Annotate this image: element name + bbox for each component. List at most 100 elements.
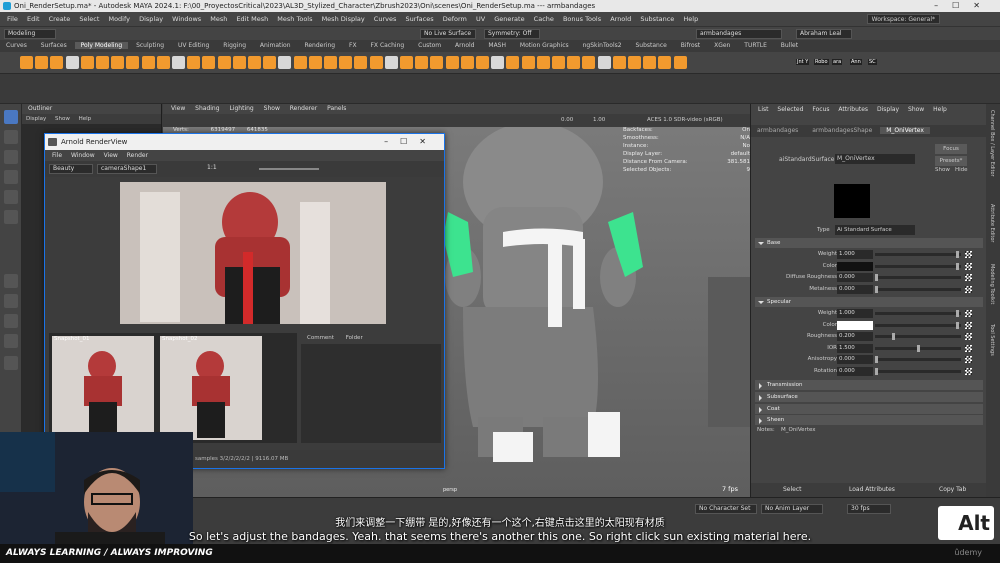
user-account[interactable]: Abraham Leal	[796, 29, 852, 39]
shelf-tool-icon[interactable]	[673, 56, 687, 69]
shelf-tool-icon[interactable]	[156, 56, 170, 69]
attr-slider[interactable]	[875, 356, 961, 363]
attr-slider-knob[interactable]	[956, 310, 960, 317]
menu-item[interactable]: Curves	[374, 15, 397, 23]
renderview-menu-item[interactable]: View	[104, 152, 118, 159]
menu-item[interactable]: Cache	[534, 15, 554, 23]
menu-item[interactable]: Windows	[172, 15, 201, 23]
shelf-tool-icon[interactable]	[20, 56, 33, 69]
section-specular[interactable]: Specular	[755, 297, 983, 307]
attr-slider[interactable]	[875, 251, 961, 258]
attr-value-field[interactable]: 1.000	[837, 309, 873, 318]
edge-tab-modeling-toolkit[interactable]: Modeling Toolkit	[989, 264, 995, 304]
outliner-menu-item[interactable]: Show	[55, 116, 70, 122]
shelf-tool-icon[interactable]	[111, 56, 125, 69]
notes-value[interactable]: M_OniVertex	[781, 427, 816, 433]
gamma-field[interactable]: 1.00	[593, 114, 605, 127]
snapshot-thumbnail[interactable]: Snapshot_01	[52, 336, 154, 440]
viewport-menu-item[interactable]: Show	[264, 105, 280, 112]
shelf-tab[interactable]: Animation	[254, 42, 297, 49]
menu-item[interactable]: Create	[49, 15, 71, 23]
type-dropdown[interactable]: Ai Standard Surface	[835, 225, 915, 235]
ae-menu-item[interactable]: Help	[933, 106, 947, 113]
attr-slider-knob[interactable]	[956, 251, 960, 258]
shelf-tool-icon[interactable]	[491, 56, 505, 69]
texture-map-icon[interactable]	[965, 367, 972, 375]
outliner-menu-item[interactable]: Help	[79, 116, 92, 122]
viewport-menu-item[interactable]: Shading	[195, 105, 219, 112]
shelf-tab[interactable]: Surfaces	[35, 42, 73, 49]
shelf-tab[interactable]: Substance	[629, 42, 672, 49]
anim-layer-dropdown[interactable]: No Anim Layer	[761, 504, 823, 514]
attr-slider[interactable]	[875, 310, 961, 317]
object-name-field[interactable]: armbandages	[696, 29, 782, 39]
texture-map-icon[interactable]	[965, 333, 972, 340]
load-attributes-button[interactable]: Load Attributes	[849, 483, 895, 497]
menu-item[interactable]: File	[7, 15, 18, 23]
menu-item[interactable]: Display	[139, 15, 163, 23]
tab-material[interactable]: M_OniVertex	[880, 127, 930, 134]
menu-item[interactable]: Edit Mesh	[236, 15, 268, 23]
shelf-tool-icon[interactable]	[384, 56, 398, 69]
attr-slider-knob[interactable]	[875, 356, 878, 363]
attr-slider-knob[interactable]	[875, 274, 878, 281]
shelf-label-button[interactable]: Robo	[814, 59, 829, 65]
edge-tab-channel-box[interactable]: Channel Box / Layer Editor	[989, 110, 995, 177]
shelf-tool-icon[interactable]	[339, 56, 353, 69]
shelf-tool-icon[interactable]	[308, 56, 322, 69]
renderview-menu-item[interactable]: File	[52, 152, 62, 159]
edge-tab-tool-settings[interactable]: Tool Settings	[989, 324, 995, 356]
attr-value-field[interactable]	[837, 320, 873, 330]
shelf-tool-icon[interactable]	[96, 56, 109, 69]
shelf-tool-icon[interactable]	[476, 56, 489, 69]
shelf-tool-icon[interactable]	[126, 56, 140, 69]
lasso-tool-icon[interactable]	[4, 130, 18, 144]
tab-folder[interactable]: Folder	[342, 335, 367, 341]
shelf-tab[interactable]: TURTLE	[738, 42, 773, 49]
shelf-tab[interactable]: ngSkinTools2	[577, 42, 628, 49]
menu-item[interactable]: Substance	[640, 15, 674, 23]
section-subsurface[interactable]: Subsurface	[755, 392, 983, 402]
layout-single-icon[interactable]	[4, 274, 18, 288]
viewport-menu-item[interactable]: Renderer	[290, 105, 317, 112]
layout-two-icon[interactable]	[4, 314, 18, 328]
live-surface-dropdown[interactable]: No Live Surface	[420, 29, 476, 39]
texture-map-icon[interactable]	[965, 344, 972, 352]
menu-item[interactable]: Help	[683, 15, 698, 23]
viewport-menu-item[interactable]: Panels	[327, 105, 346, 112]
attr-slider[interactable]	[875, 321, 961, 329]
hide-button[interactable]: Hide	[955, 167, 970, 176]
menu-item[interactable]: Select	[79, 15, 99, 23]
shelf-tab[interactable]: FX	[343, 42, 363, 49]
shelf-tab[interactable]: Custom	[412, 42, 447, 49]
shelf-tool-icon[interactable]	[202, 56, 216, 69]
material-swatch[interactable]	[834, 184, 870, 218]
menu-item[interactable]: Mesh	[210, 15, 227, 23]
render-image[interactable]	[120, 182, 386, 324]
attr-slider-knob[interactable]	[891, 333, 895, 340]
attr-value-field[interactable]	[837, 261, 873, 271]
shelf-tab[interactable]: FX Caching	[364, 42, 410, 49]
renderview-menu-item[interactable]: Render	[127, 152, 148, 159]
attr-value-field[interactable]: 0.000	[837, 284, 873, 294]
layout-outliner-icon[interactable]	[4, 334, 18, 348]
exposure-slider[interactable]	[259, 168, 319, 170]
shelf-tool-icon[interactable]	[172, 56, 185, 69]
presets-button[interactable]: Presets*	[935, 156, 967, 166]
shelf-tool-icon[interactable]	[415, 56, 429, 69]
focus-button[interactable]: Focus	[935, 144, 967, 154]
shelf-label-button[interactable]: ara	[832, 59, 843, 65]
shelf-tool-icon[interactable]	[567, 56, 581, 69]
aov-dropdown[interactable]: Beauty	[49, 164, 93, 174]
shelf-tab[interactable]: XGen	[708, 42, 736, 49]
ae-menu-item[interactable]: Show	[908, 106, 924, 113]
tab-transform[interactable]: armbandages	[751, 127, 804, 134]
renderview-menu-item[interactable]: Window	[71, 152, 95, 159]
texture-map-icon[interactable]	[965, 251, 972, 258]
shelf-tool-icon[interactable]	[369, 56, 383, 69]
attr-value-field[interactable]: 0.000	[837, 366, 873, 376]
attr-value-field[interactable]: 0.000	[837, 355, 873, 364]
attr-value-field[interactable]: 1.500	[837, 343, 873, 353]
shelf-label-button[interactable]: SC	[868, 59, 877, 65]
shelf-tab[interactable]: UV Editing	[172, 42, 215, 49]
